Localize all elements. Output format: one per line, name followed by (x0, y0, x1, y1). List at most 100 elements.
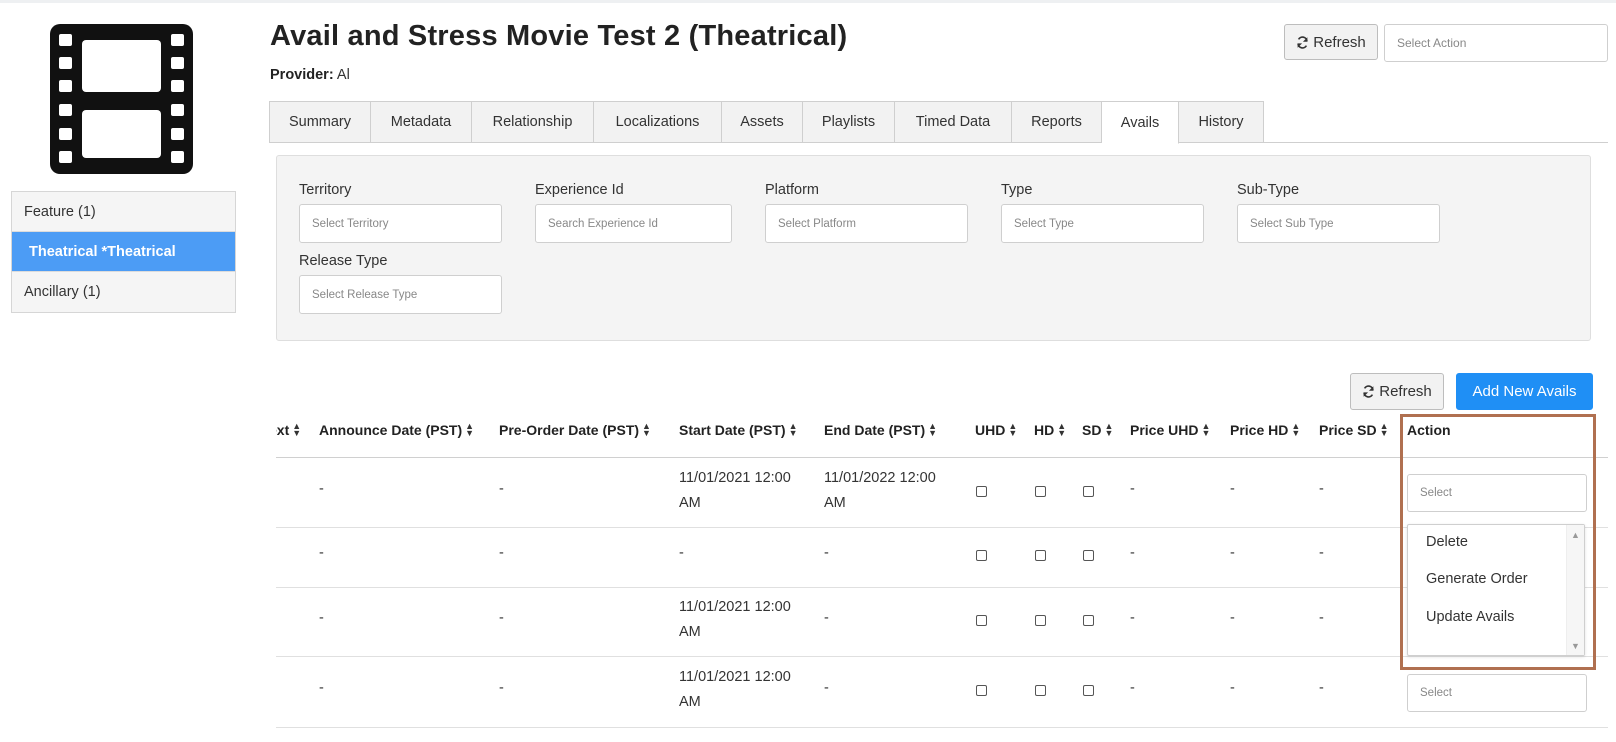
sd-checkbox[interactable] (1083, 615, 1094, 626)
column-header-price-uhd[interactable]: Price UHD ▲ ▼ (1130, 422, 1210, 439)
release-type-placeholder: Select Release Type (312, 288, 418, 301)
column-header-sd[interactable]: SD ▲ ▼ (1082, 421, 1114, 439)
hd-checkbox[interactable] (1035, 615, 1046, 626)
provider-info: Provider: Al (270, 67, 350, 83)
column-header-preorder-date[interactable]: Pre-Order Date (PST) ▲ ▼ (499, 422, 651, 439)
column-header-price-hd[interactable]: Price HD ▲ ▼ (1230, 421, 1301, 439)
type-label: Type (1001, 182, 1033, 198)
preorder-date-cell: - (499, 545, 504, 561)
end-date-cell: - (824, 545, 829, 561)
tab-avails[interactable]: Avails (1102, 101, 1179, 144)
start-date-cell: 11/01/2021 12:00 (679, 599, 791, 615)
platform-placeholder: Select Platform (778, 217, 856, 230)
column-header-label: Pre-Order Date (PST) (499, 422, 640, 438)
sd-checkbox[interactable] (1083, 486, 1094, 497)
column-header-label: HD (1034, 422, 1055, 438)
tab-timed-data[interactable]: Timed Data (895, 101, 1012, 143)
tab-underline (269, 142, 1608, 143)
sort-icon: ▲ ▼ (465, 421, 475, 438)
column-header-start-date[interactable]: Start Date (PST) ▲ ▼ (679, 421, 798, 439)
version-item-feature[interactable]: Feature (1) (12, 192, 235, 232)
scroll-up-icon[interactable]: ▲ (1571, 530, 1580, 540)
sort-icon: ▲ ▼ (1379, 421, 1389, 438)
column-header-action: Action (1407, 422, 1451, 438)
column-header-label: Announce Date (PST) (319, 422, 463, 438)
dropdown-option-update-avails[interactable]: Update Avails (1426, 609, 1514, 625)
price-sd-cell: - (1319, 680, 1324, 696)
type-placeholder: Select Type (1014, 217, 1074, 230)
uhd-checkbox[interactable] (976, 685, 987, 696)
add-new-avails-button[interactable]: Add New Avails (1456, 373, 1593, 410)
experience-id-input[interactable]: Search Experience Id (535, 204, 732, 243)
tab-metadata[interactable]: Metadata (371, 101, 472, 143)
territory-label: Territory (299, 182, 352, 198)
column-header-announce-date[interactable]: Announce Date (PST) ▲ ▼ (319, 421, 475, 439)
release-type-select[interactable]: Select Release Type (299, 275, 502, 314)
header-refresh-label: Refresh (1313, 33, 1366, 51)
dropdown-option-delete[interactable]: Delete (1426, 534, 1468, 550)
release-type-label: Release Type (299, 253, 388, 269)
header-refresh-button[interactable]: Refresh (1284, 24, 1378, 60)
start-date-cell: 11/01/2021 12:00 (679, 470, 791, 486)
preorder-date-cell: - (499, 481, 504, 497)
column-header-ext[interactable]: ext▲▼ (276, 421, 302, 439)
tab-summary[interactable]: Summary (269, 101, 371, 143)
sort-icon: ▲ ▼ (292, 421, 302, 438)
price-sd-cell: - (1319, 610, 1324, 626)
tab-relationship[interactable]: Relationship (472, 101, 594, 143)
column-header-price-sd[interactable]: Price SD ▲ ▼ (1319, 421, 1389, 439)
hd-checkbox[interactable] (1035, 685, 1046, 696)
scroll-down-icon[interactable]: ▼ (1571, 641, 1580, 651)
tab-reports[interactable]: Reports (1012, 101, 1102, 143)
dropdown-scrollbar[interactable]: ▲ ▼ (1566, 525, 1584, 655)
column-header-label: Price UHD (1130, 422, 1199, 438)
sort-icon: ▲ ▼ (788, 421, 798, 438)
price-hd-cell: - (1230, 610, 1235, 626)
row-action-select[interactable]: Select (1407, 474, 1587, 512)
uhd-checkbox[interactable] (976, 486, 987, 497)
dropdown-option-generate-order[interactable]: Generate Order (1426, 571, 1528, 587)
film-strip-icon (50, 24, 193, 174)
column-header-label: UHD (975, 422, 1006, 438)
row-action-placeholder: Select (1420, 687, 1452, 699)
start-date-cell-line2: AM (679, 624, 701, 640)
version-item-ancillary[interactable]: Ancillary (1) (12, 272, 235, 312)
platform-label: Platform (765, 182, 819, 198)
sort-icon: ▲ ▼ (928, 421, 938, 438)
row-action-placeholder: Select (1420, 487, 1452, 499)
tab-localizations[interactable]: Localizations (594, 101, 722, 143)
sub-type-placeholder: Select Sub Type (1250, 217, 1334, 230)
sub-type-select[interactable]: Select Sub Type (1237, 204, 1440, 243)
row-action-select[interactable]: Select (1407, 674, 1587, 712)
sort-icon: ▲ ▼ (1291, 421, 1301, 438)
type-select[interactable]: Select Type (1001, 204, 1204, 243)
row-divider (276, 656, 1608, 657)
end-date-cell: - (824, 680, 829, 696)
tab-assets[interactable]: Assets (722, 101, 803, 143)
tab-bar: Summary Metadata Relationship Localizati… (269, 101, 1264, 144)
hd-checkbox[interactable] (1035, 486, 1046, 497)
sd-checkbox[interactable] (1083, 550, 1094, 561)
announce-date-cell: - (319, 481, 324, 497)
tab-history[interactable]: History (1179, 101, 1264, 143)
version-item-theatrical[interactable]: Theatrical *Theatrical (12, 232, 235, 272)
uhd-checkbox[interactable] (976, 615, 987, 626)
column-header-hd[interactable]: HD ▲ ▼ (1034, 421, 1067, 439)
row-divider (276, 727, 1608, 728)
uhd-checkbox[interactable] (976, 550, 987, 561)
sort-icon: ▲ ▼ (1057, 421, 1067, 438)
hd-checkbox[interactable] (1035, 550, 1046, 561)
column-header-label: Price HD (1230, 422, 1289, 438)
table-refresh-button[interactable]: Refresh (1350, 373, 1444, 410)
sort-icon: ▲ ▼ (1104, 421, 1114, 438)
column-header-label: Action (1407, 422, 1451, 438)
column-header-label: End Date (PST) (824, 422, 926, 438)
sd-checkbox[interactable] (1083, 685, 1094, 696)
platform-select[interactable]: Select Platform (765, 204, 968, 243)
select-action-dropdown[interactable]: Select Action (1384, 24, 1608, 62)
preorder-date-cell: - (499, 610, 504, 626)
column-header-end-date[interactable]: End Date (PST) ▲ ▼ (824, 421, 938, 439)
column-header-uhd[interactable]: UHD ▲ ▼ (975, 422, 1017, 439)
tab-playlists[interactable]: Playlists (803, 101, 895, 143)
territory-select[interactable]: Select Territory (299, 204, 502, 243)
